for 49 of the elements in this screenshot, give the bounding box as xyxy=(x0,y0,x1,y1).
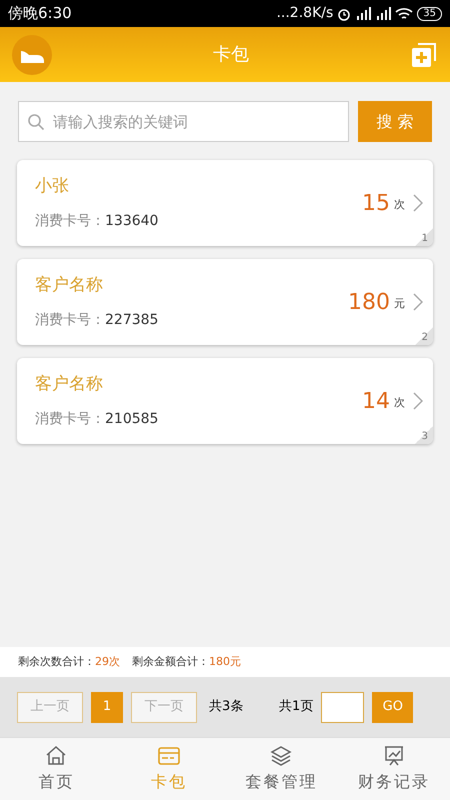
balance-amount: 15 xyxy=(362,190,390,218)
chevron-right-icon xyxy=(413,194,423,212)
wifi-icon xyxy=(395,6,414,20)
card-number-label: 消费卡号： xyxy=(35,410,105,430)
home-icon xyxy=(44,744,68,768)
card[interactable]: 小张 消费卡号：133640 15 次 1 xyxy=(17,160,433,246)
nav-tab[interactable]: 财务记录 xyxy=(338,738,450,800)
balance-unit: 次 xyxy=(394,394,405,411)
card-number: 227385 xyxy=(105,311,158,330)
battery-indicator: 35 xyxy=(417,6,442,20)
balance-amount: 180 xyxy=(348,288,390,316)
chevron-right-icon xyxy=(413,293,423,311)
card-index: 1 xyxy=(422,232,428,246)
card-index: 2 xyxy=(422,331,428,345)
chevron-right-icon xyxy=(413,392,423,410)
add-icon[interactable] xyxy=(410,40,438,68)
summary-label: 剩余次数合计： xyxy=(18,654,95,670)
customer-name: 客户名称 xyxy=(35,274,104,297)
card-number-label: 消费卡号： xyxy=(35,212,105,232)
page-input[interactable] xyxy=(321,692,364,722)
summary-value: 29次 xyxy=(95,654,120,670)
status-time: 傍晚6:30 xyxy=(8,3,72,24)
summary-label: 剩余金额合计： xyxy=(132,654,209,670)
customer-name: 小张 xyxy=(35,174,70,198)
card-icon xyxy=(156,744,181,768)
network-speed: ...2.8K/s xyxy=(276,4,334,23)
search-icon xyxy=(27,113,45,131)
signal-icon xyxy=(355,7,372,20)
nav-tab[interactable]: 套餐管理 xyxy=(225,738,338,800)
alarm-icon xyxy=(337,6,352,20)
card-number: 210585 xyxy=(105,410,158,430)
card[interactable]: 客户名称 消费卡号：210585 14 次 3 xyxy=(17,358,433,444)
total-items: 共3条 xyxy=(209,698,244,716)
search-field[interactable]: 请输入搜索的关键词 xyxy=(18,101,349,142)
card-index: 3 xyxy=(422,430,428,444)
signal-icon xyxy=(375,7,392,20)
customer-name: 客户名称 xyxy=(35,372,104,396)
page-title: 卡包 xyxy=(213,43,249,67)
card-number-label: 消费卡号： xyxy=(35,311,105,330)
avatar-icon[interactable] xyxy=(12,34,52,74)
nav-tab[interactable]: 首页 xyxy=(0,738,112,800)
card[interactable]: 客户名称 消费卡号：227385 180 元 2 xyxy=(17,259,433,345)
balance-amount: 14 xyxy=(362,388,390,416)
balance-unit: 元 xyxy=(394,296,405,312)
summary-value: 180元 xyxy=(209,654,241,670)
card-number: 133640 xyxy=(105,212,158,232)
balance-unit: 次 xyxy=(394,196,405,213)
total-pages: 共1页 xyxy=(279,698,314,716)
layers-icon xyxy=(269,744,294,768)
